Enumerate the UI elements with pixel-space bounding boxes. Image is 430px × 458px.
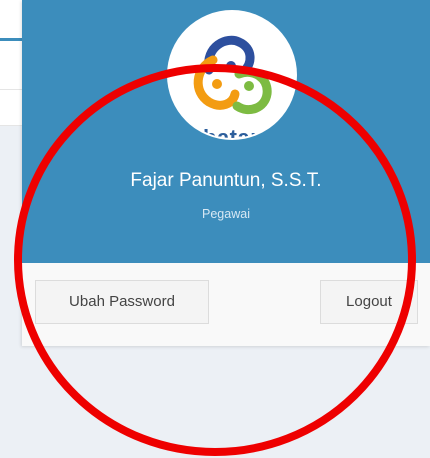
avatar: batan — [167, 10, 297, 140]
background-row — [0, 41, 22, 90]
user-header: batan Fajar Panuntun, S.S.T. Pegawai — [22, 0, 430, 263]
user-footer: Ubah Password Logout — [22, 263, 430, 346]
user-dropdown-menu: batan Fajar Panuntun, S.S.T. Pegawai Uba… — [22, 0, 430, 346]
background-topbar — [0, 0, 22, 12]
background-row — [0, 90, 22, 126]
user-name: Fajar Panuntun, S.S.T. — [130, 170, 322, 191]
logo-text: batan — [203, 125, 265, 140]
logout-button[interactable]: Logout — [320, 280, 418, 324]
user-role: Pegawai — [202, 207, 250, 221]
batan-logo-icon — [193, 35, 272, 114]
background-active-tab — [0, 12, 22, 41]
change-password-button[interactable]: Ubah Password — [35, 280, 209, 324]
